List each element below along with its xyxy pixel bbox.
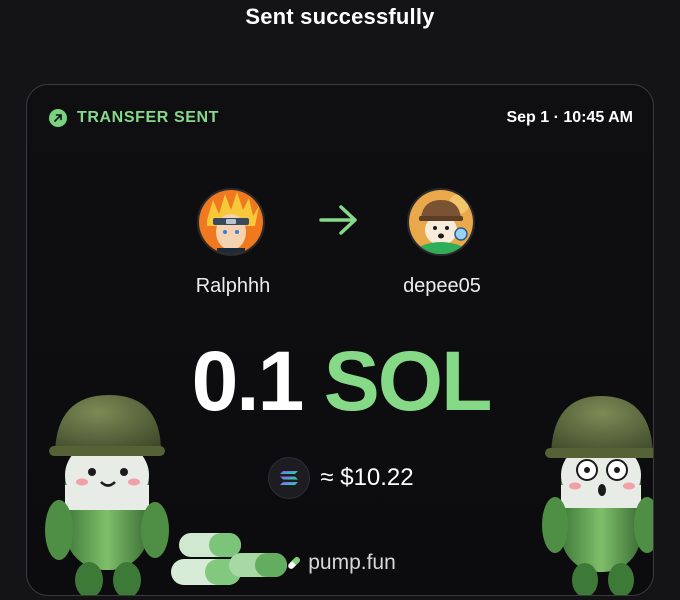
timestamp: Sep 1 · 10:45 AM [506, 109, 633, 126]
anime-ninja-avatar-icon [199, 190, 263, 254]
solana-logo-icon [268, 457, 311, 499]
status-label: TRANSFER SENT [77, 109, 220, 126]
amount-unit: SOL [323, 334, 493, 428]
page-title: Sent successfully [245, 4, 435, 29]
sender-avatar[interactable] [197, 188, 265, 256]
transfer-amount: 0.1 SOL [27, 333, 653, 429]
sender-name: Ralphhh [195, 275, 271, 297]
brand-footer: pump.fun [27, 551, 653, 575]
brand-name: pump.fun [308, 551, 396, 574]
transfer-status: TRANSFER SENT [49, 109, 219, 127]
transfer-card: TRANSFER SENT Sep 1 · 10:45 AM Ralphhh d… [26, 84, 654, 596]
recipient-name: depee05 [403, 275, 481, 297]
transfer-success-screen: Sent successfully TRANSFER SENT Sep 1 · … [0, 0, 680, 600]
arrow-up-right-icon [49, 109, 67, 127]
usd-equivalent: ≈ $10.22 [27, 457, 653, 499]
amount-value: 0.1 [191, 334, 305, 428]
arrow-right-icon [319, 205, 357, 235]
recipient-avatar[interactable] [407, 188, 475, 256]
cartoon-character-avatar-icon [409, 190, 473, 254]
card-header: TRANSFER SENT Sep 1 · 10:45 AM [49, 107, 633, 129]
pill-icon [288, 557, 301, 569]
usd-value: ≈ $10.22 [320, 464, 414, 491]
